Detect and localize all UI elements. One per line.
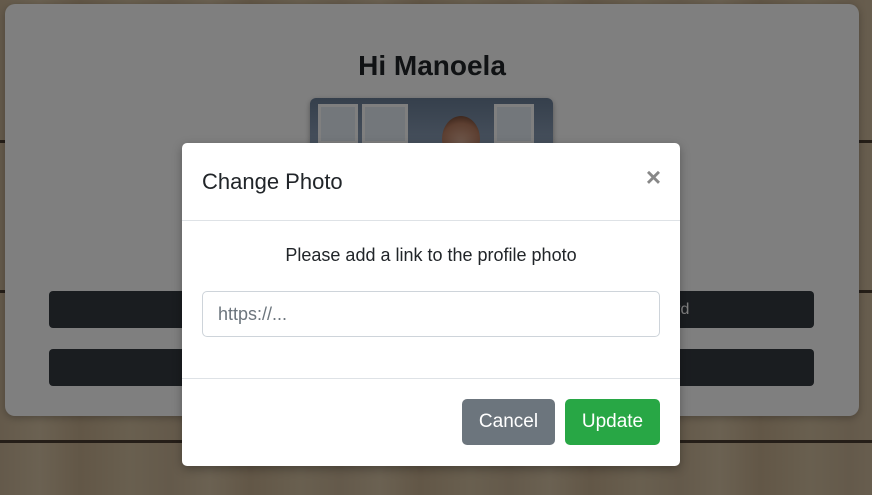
modal-header: Change Photo × (182, 143, 680, 221)
modal-body: Please add a link to the profile photo (182, 221, 680, 379)
update-button[interactable]: Update (565, 399, 660, 445)
close-icon[interactable]: × (646, 164, 661, 190)
page-background: Hi Manoela Change Photo Change Password … (0, 0, 872, 495)
cancel-button[interactable]: Cancel (462, 399, 555, 445)
modal-footer: Cancel Update (182, 379, 680, 466)
change-photo-modal: Change Photo × Please add a link to the … (182, 143, 680, 466)
photo-link-instruction: Please add a link to the profile photo (285, 245, 577, 265)
modal-title: Change Photo (202, 169, 343, 194)
photo-url-input[interactable] (202, 291, 660, 337)
